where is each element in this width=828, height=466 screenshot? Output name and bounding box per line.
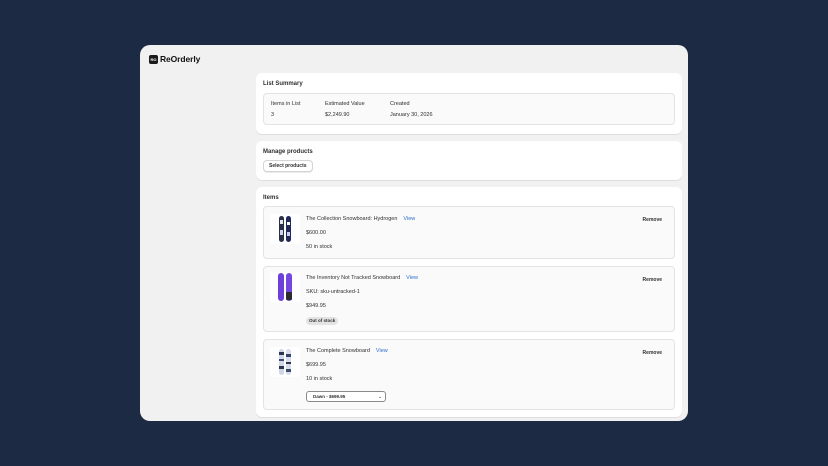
product-title: The Complete Snowboard View bbox=[306, 348, 388, 354]
variant-selected-value: Dawn - $699.95 bbox=[313, 394, 346, 399]
estimated-value-label: Estimated Value bbox=[325, 101, 365, 107]
view-link[interactable]: View bbox=[376, 348, 388, 354]
remove-button[interactable]: Remove bbox=[643, 217, 662, 223]
product-thumbnail bbox=[270, 347, 300, 377]
manage-products-title: Manage products bbox=[263, 149, 313, 155]
created-label: Created bbox=[390, 101, 410, 107]
view-link[interactable]: View bbox=[406, 275, 418, 281]
product-name: The Collection Snowboard: Hydrogen bbox=[306, 216, 398, 222]
product-stock: 50 in stock bbox=[306, 244, 333, 250]
snowboard-hydrogen-icon bbox=[279, 216, 291, 242]
items-in-list-stat: Items in List 3 bbox=[271, 101, 300, 118]
list-item: The Inventory Not Tracked Snowboard View … bbox=[263, 266, 675, 332]
select-products-button[interactable]: Select products bbox=[263, 160, 313, 172]
list-item: The Complete Snowboard View $699.95 10 in… bbox=[263, 339, 675, 410]
estimated-value-value: $2,249.90 bbox=[325, 112, 350, 118]
list-summary-card: List Summary Items in List 3 Estimated V… bbox=[256, 73, 682, 134]
variant-select[interactable]: Dawn - $699.95 ⌄ bbox=[306, 391, 386, 402]
items-title: Items bbox=[263, 195, 279, 201]
items-card: Items The Collection Snowboard: Hydrogen… bbox=[256, 187, 682, 417]
brand[interactable]: RO ReOrderly bbox=[149, 54, 200, 64]
remove-button[interactable]: Remove bbox=[643, 277, 662, 283]
product-price: $699.95 bbox=[306, 362, 326, 368]
product-stock: 10 in stock bbox=[306, 376, 333, 382]
app-window: RO ReOrderly List Summary Items in List … bbox=[140, 45, 688, 421]
created-stat: Created January 30, 2026 bbox=[390, 101, 433, 118]
snowboard-complete-icon bbox=[279, 349, 291, 375]
view-link[interactable]: View bbox=[403, 216, 415, 222]
product-name: The Complete Snowboard bbox=[306, 348, 370, 354]
product-thumbnail bbox=[270, 272, 300, 302]
product-sku: SKU: sku-untracked-1 bbox=[306, 289, 360, 295]
product-name: The Inventory Not Tracked Snowboard bbox=[306, 275, 401, 281]
created-value: January 30, 2026 bbox=[390, 112, 433, 118]
items-in-list-label: Items in List bbox=[271, 101, 301, 107]
product-title: The Collection Snowboard: Hydrogen View bbox=[306, 216, 415, 222]
out-of-stock-badge: Out of stock bbox=[306, 317, 339, 325]
list-summary-title: List Summary bbox=[263, 81, 303, 87]
product-title: The Inventory Not Tracked Snowboard View bbox=[306, 275, 418, 281]
product-thumbnail bbox=[270, 214, 300, 244]
summary-box: Items in List 3 Estimated Value $2,249.9… bbox=[263, 93, 675, 125]
reorderly-logo-icon: RO bbox=[149, 54, 158, 64]
list-item: The Collection Snowboard: Hydrogen View $… bbox=[263, 206, 675, 259]
product-price: $600.00 bbox=[306, 230, 326, 236]
product-price: $949.95 bbox=[306, 303, 326, 309]
snowboard-untracked-icon bbox=[278, 273, 292, 301]
remove-button[interactable]: Remove bbox=[643, 350, 662, 356]
items-in-list-value: 3 bbox=[271, 112, 275, 118]
brand-name: ReOrderly bbox=[160, 54, 201, 64]
chevron-down-icon: ⌄ bbox=[378, 394, 382, 399]
estimated-value-stat: Estimated Value $2,249.90 bbox=[325, 101, 365, 118]
manage-products-card: Manage products Select products bbox=[256, 141, 682, 180]
